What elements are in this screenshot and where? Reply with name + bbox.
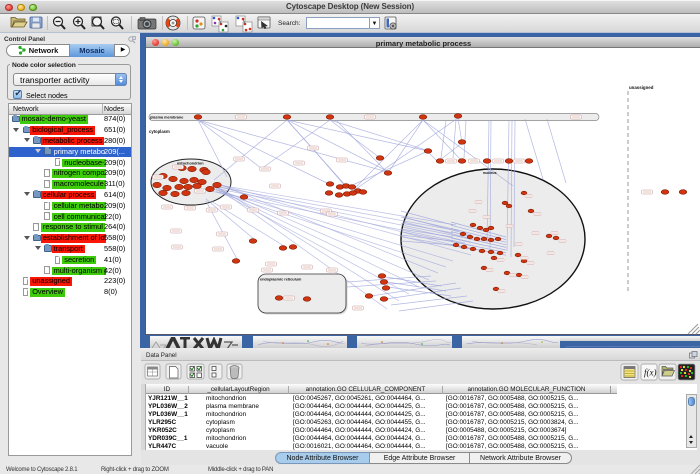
svg-text:plasma membrane: plasma membrane — [150, 115, 183, 119]
svg-text:unassigned: unassigned — [629, 85, 654, 90]
svg-text:cytoplasm: cytoplasm — [149, 129, 170, 134]
svg-text:nucleus: nucleus — [483, 171, 497, 175]
svg-text:f(x): f(x) — [644, 368, 657, 378]
svg-text:mitochondrion: mitochondrion — [177, 162, 204, 166]
svg-text:endoplasmic reticulum: endoplasmic reticulum — [260, 278, 302, 282]
